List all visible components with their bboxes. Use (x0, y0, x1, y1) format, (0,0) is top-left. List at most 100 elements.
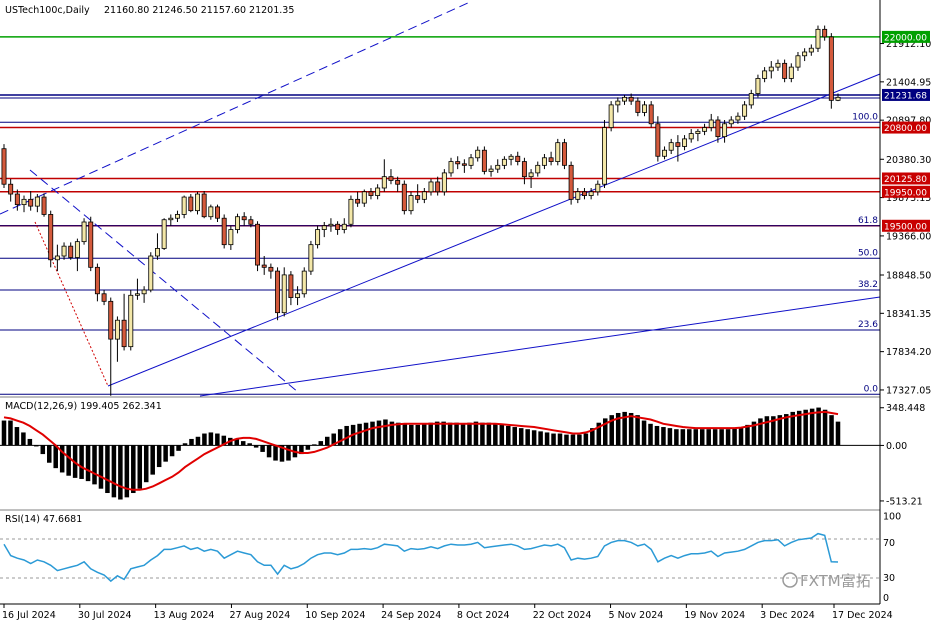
candle (481, 146, 487, 175)
candle-body-bear (201, 193, 207, 218)
macd-bar (654, 425, 660, 446)
macd-bar (202, 433, 207, 446)
time-tick-label: 22 Oct 2024 (533, 610, 592, 621)
macd-bar (195, 436, 201, 446)
macd-bar (577, 434, 582, 446)
candle-body-bull (615, 100, 621, 106)
candle-body-bull (501, 158, 507, 166)
macd-bar (648, 423, 653, 446)
macd-bar (544, 432, 550, 446)
candle-body-bear (48, 214, 54, 261)
candle-body-bull (195, 193, 200, 212)
level-tag-19950.00: 19950.00 (884, 188, 927, 198)
candle-body-bull (308, 244, 314, 272)
candle-body-bull (281, 274, 287, 314)
macd-bar (745, 424, 750, 446)
candle-body-bull (668, 142, 674, 151)
candle-body-bear (655, 123, 661, 157)
candle-body-bear (248, 219, 254, 225)
candle-body-bull (508, 155, 514, 160)
macd-bar (835, 421, 841, 446)
candle-body-bull (588, 191, 594, 196)
macd-bar (467, 422, 472, 446)
rsi-tick-label: 100 (883, 512, 901, 523)
macd-bar (512, 427, 518, 446)
candle-body-bear (355, 198, 361, 204)
rsi-tick-label: 0 (883, 593, 889, 604)
candle-body-bear (515, 155, 521, 162)
macd-bar (189, 438, 194, 446)
macd-bar (92, 445, 97, 485)
candle-body-bull (608, 104, 614, 128)
candle (602, 120, 607, 188)
macd-bar (21, 432, 26, 446)
candle-body-bull (748, 93, 754, 106)
candle (195, 191, 200, 215)
candle-body-bear (675, 142, 681, 147)
candle-body-bull (208, 206, 214, 218)
candle-body-bull (61, 245, 67, 257)
macd-bar (732, 428, 737, 446)
macd-bar (441, 421, 446, 446)
macd-bar (447, 422, 453, 446)
macd-bar (111, 445, 117, 498)
fib-label-100.0: 100.0 (852, 112, 878, 122)
macd-bar (454, 422, 459, 446)
candle-body-bull (575, 191, 581, 200)
candle-body-bear (288, 274, 294, 298)
candle-body-bear (561, 142, 567, 166)
candle-body-bull (361, 191, 367, 204)
rsi-tick-label: 70 (883, 538, 895, 549)
fib-label-23.6: 23.6 (858, 320, 878, 330)
macd-bar (525, 429, 530, 446)
macd-bar (402, 423, 408, 446)
macd-bar (557, 433, 563, 446)
candle-body-bear (548, 157, 554, 162)
candle-body-bull (622, 96, 627, 102)
candle-body-bear (455, 161, 461, 165)
macd-bar (635, 415, 640, 446)
candle-body-bull (535, 164, 541, 174)
candle-body-bear (648, 104, 654, 125)
macd-bar (628, 412, 634, 446)
candle-body-bull (555, 142, 561, 162)
macd-bar (305, 445, 311, 450)
macd-bar (266, 445, 272, 458)
level-tag-20800.00: 20800.00 (884, 124, 927, 134)
time-tick-label: 16 Jul 2024 (2, 610, 56, 621)
macd-bar (240, 441, 246, 446)
candle-body-bull (81, 221, 87, 243)
candle-body-bull (148, 255, 154, 291)
macd-bar (434, 421, 440, 446)
candle (181, 195, 187, 219)
price-tick-label: 21404.95 (886, 77, 931, 88)
candle (161, 218, 167, 250)
candle-body-bear (41, 196, 47, 215)
price-tick-label: 17834.20 (886, 347, 931, 358)
macd-bar (370, 421, 375, 446)
candle-body-bull (375, 187, 381, 196)
candle (88, 216, 94, 272)
candle-body-bear (461, 163, 467, 166)
macd-bar (363, 422, 369, 446)
candle-body-bear (275, 270, 281, 314)
candle-body-bull (802, 51, 808, 57)
candle-body-bull (488, 168, 494, 172)
candle-body-bear (14, 193, 20, 206)
candle-body-bull (161, 219, 167, 249)
macd-bar (641, 420, 647, 446)
time-tick-label: 5 Nov 2024 (609, 610, 664, 621)
candle-body-bull (381, 176, 387, 189)
rsi-title: RSI(14) 47.6681 (5, 514, 82, 525)
macd-bar (674, 429, 679, 446)
candle-body-bear (715, 119, 721, 138)
candle (148, 252, 154, 293)
candle-body-bull (328, 223, 334, 227)
candle-body-bear (121, 319, 127, 348)
rsi-tick-label: 30 (883, 573, 895, 584)
macd-tick-label: -513.21 (886, 496, 923, 507)
candle-body-bear (188, 196, 194, 212)
candle-body-bear (395, 180, 401, 185)
candle-body-bull (495, 164, 501, 170)
candle (128, 290, 134, 351)
